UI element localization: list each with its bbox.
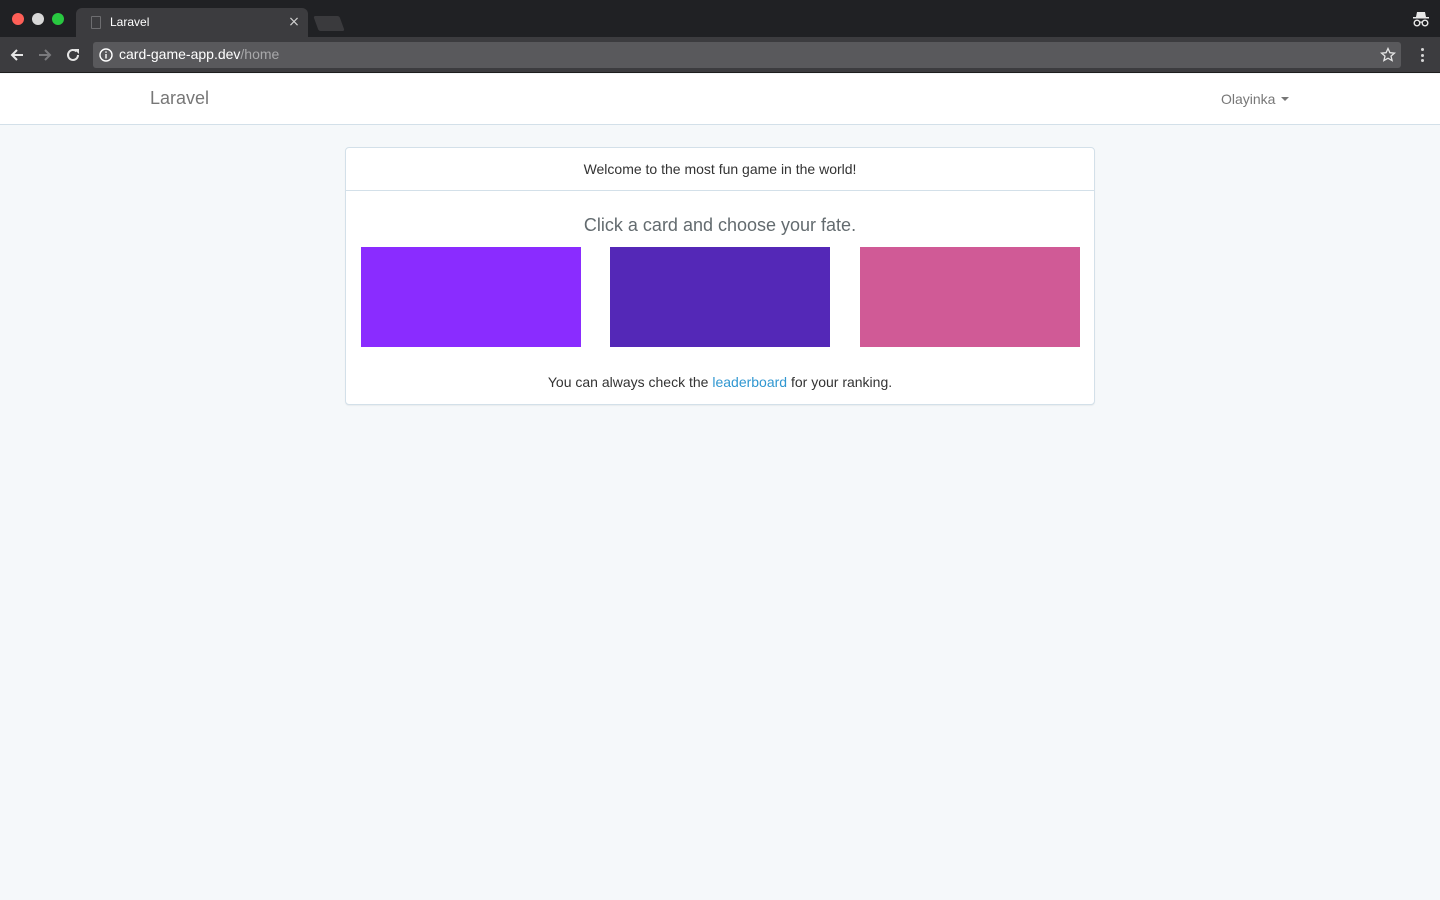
forward-button[interactable] — [34, 44, 56, 66]
minimize-window-button[interactable] — [32, 13, 44, 25]
reload-button[interactable] — [62, 44, 84, 66]
page-icon — [91, 16, 101, 29]
arrow-left-icon — [10, 49, 23, 61]
app-navbar: Laravel Olayinka — [0, 74, 1440, 125]
panel-footer: You can always check the leaderboard for… — [346, 374, 1094, 390]
tab-close-icon[interactable]: × — [286, 12, 302, 32]
maximize-window-button[interactable] — [52, 13, 64, 25]
leaderboard-link[interactable]: leaderboard — [712, 374, 787, 390]
close-window-button[interactable] — [12, 13, 24, 25]
url-host: card-game-app.dev — [119, 46, 241, 62]
caret-down-icon — [1281, 97, 1290, 101]
tab-title: Laravel — [110, 15, 150, 29]
footer-text-after: for your ranking. — [787, 374, 893, 390]
footer-text-before: You can always check the — [547, 374, 713, 390]
card-1[interactable] — [361, 247, 581, 347]
card-3[interactable] — [860, 247, 1080, 347]
browser-tab[interactable]: Laravel × — [76, 8, 308, 37]
incognito-icon[interactable] — [1412, 10, 1430, 28]
reload-icon — [67, 48, 79, 61]
url-path: /home — [240, 46, 280, 62]
url-text[interactable]: card-game-app.dev/home — [119, 46, 279, 62]
panel-heading: Welcome to the most fun game in the worl… — [346, 148, 1094, 191]
back-button[interactable] — [6, 44, 28, 66]
brand-link[interactable]: Laravel — [150, 88, 209, 109]
browser-toolbar: card-game-app.dev/home — [0, 37, 1440, 73]
menu-dot — [1420, 48, 1424, 51]
game-panel: Welcome to the most fun game in the worl… — [345, 147, 1095, 405]
menu-dot — [1420, 53, 1424, 57]
panel-subtitle: Click a card and choose your fate. — [583, 215, 857, 235]
card-2[interactable] — [610, 247, 830, 347]
menu-dot — [1420, 59, 1424, 62]
address-bar[interactable]: card-game-app.dev/home — [93, 42, 1401, 68]
arrow-right-icon — [39, 49, 52, 61]
star-icon[interactable] — [1380, 47, 1396, 63]
new-tab-button[interactable] — [313, 16, 345, 31]
browser-menu-button[interactable] — [1414, 46, 1430, 64]
info-icon[interactable] — [99, 48, 113, 62]
user-name: Olayinka — [1221, 91, 1276, 107]
browser-tab-bar: Laravel × — [0, 0, 1440, 37]
user-dropdown[interactable]: Olayinka — [1221, 91, 1290, 107]
